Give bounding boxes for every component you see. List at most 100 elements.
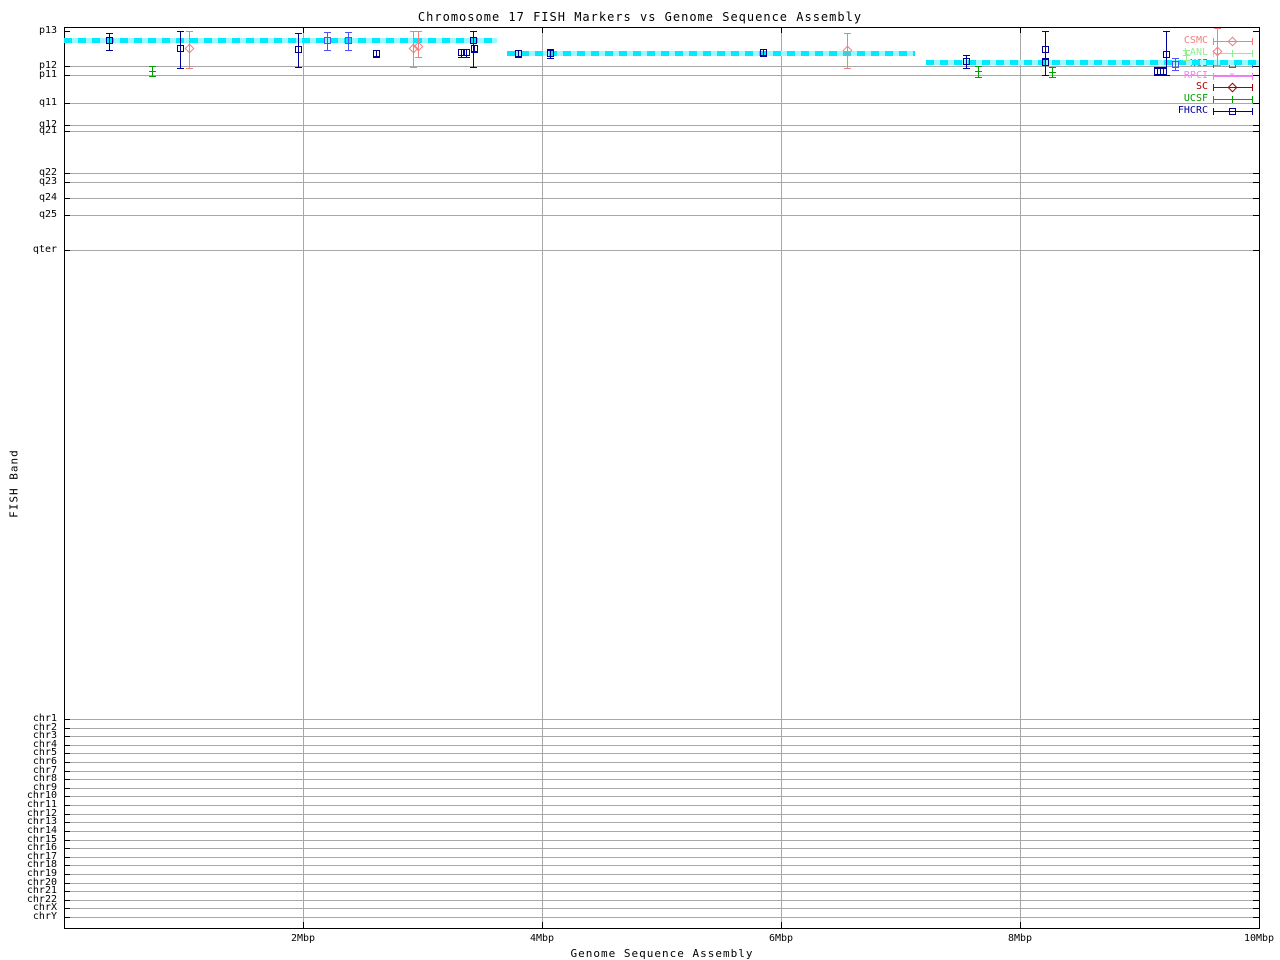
h-gridline bbox=[64, 762, 1259, 763]
y-tick bbox=[64, 779, 70, 780]
plot-border bbox=[64, 27, 1260, 929]
h-gridline bbox=[64, 66, 1259, 67]
errorbar-cap bbox=[470, 31, 477, 32]
errorbar-cap bbox=[415, 57, 422, 58]
x-tick bbox=[303, 27, 304, 33]
y-tick bbox=[64, 822, 70, 823]
x-tick bbox=[781, 27, 782, 33]
marker-square bbox=[373, 50, 380, 57]
errorbar-cap bbox=[963, 55, 970, 56]
y-tick bbox=[1253, 745, 1259, 746]
x-tick bbox=[542, 922, 543, 928]
errorbar-cap bbox=[1172, 58, 1179, 59]
marker-square bbox=[470, 37, 477, 44]
y-tick bbox=[1253, 75, 1259, 76]
y-tick bbox=[1253, 805, 1259, 806]
y-tick bbox=[1253, 771, 1259, 772]
y-tick bbox=[64, 198, 70, 199]
y-tick bbox=[1253, 908, 1259, 909]
h-gridline bbox=[64, 728, 1259, 729]
marker-square bbox=[1229, 108, 1236, 115]
errorbar-cap bbox=[177, 68, 184, 69]
errorbar-cap bbox=[1183, 50, 1190, 51]
y-tick bbox=[64, 736, 70, 737]
h-gridline bbox=[64, 198, 1259, 199]
marker-square bbox=[1163, 51, 1170, 58]
marker-x: × bbox=[1228, 70, 1236, 81]
marker-square bbox=[760, 49, 767, 56]
legend-sample-cap bbox=[1213, 38, 1214, 45]
errorbar-cap bbox=[324, 50, 331, 51]
y-tick-label: q11 bbox=[38, 97, 57, 108]
y-tick bbox=[1253, 173, 1259, 174]
h-gridline bbox=[64, 840, 1259, 841]
errorbar-cap bbox=[149, 76, 156, 77]
y-tick bbox=[1253, 182, 1259, 183]
h-gridline bbox=[64, 883, 1259, 884]
errorbar-cap bbox=[1214, 28, 1221, 29]
y-tick bbox=[1253, 900, 1259, 901]
errorbar-cap bbox=[1183, 60, 1190, 61]
assembly-segment bbox=[925, 60, 1259, 65]
marker-diamond bbox=[1227, 36, 1238, 47]
errorbar-cap bbox=[1049, 77, 1056, 78]
x-tick-label: 8Mbp bbox=[1007, 933, 1033, 944]
y-tick bbox=[64, 719, 70, 720]
h-gridline bbox=[64, 908, 1259, 909]
y-tick bbox=[64, 215, 70, 216]
y-tick bbox=[1253, 250, 1259, 251]
errorbar-cap bbox=[1042, 75, 1049, 76]
legend-label-sc: SC bbox=[1195, 81, 1208, 92]
marker-square bbox=[1160, 68, 1167, 75]
y-tick bbox=[1253, 831, 1259, 832]
marker-tick bbox=[975, 71, 982, 72]
marker-square bbox=[1172, 61, 1179, 68]
marker-diamond bbox=[1227, 82, 1238, 93]
legend-label-rpci: RPCI bbox=[1183, 70, 1208, 81]
marker-tick bbox=[1049, 72, 1056, 73]
legend-sample-cap bbox=[1252, 84, 1253, 91]
x-tick-label: 10Mbp bbox=[1243, 933, 1275, 944]
h-gridline bbox=[64, 900, 1259, 901]
y-tick bbox=[64, 805, 70, 806]
legend-sample-cap bbox=[1213, 108, 1214, 115]
y-tick bbox=[1253, 753, 1259, 754]
y-tick-label: chrY bbox=[32, 911, 57, 922]
assembly-segment bbox=[64, 38, 497, 43]
marker-square bbox=[1042, 46, 1049, 53]
h-gridline bbox=[64, 131, 1259, 132]
marker-diamond bbox=[184, 43, 195, 54]
errorbar-cap bbox=[547, 58, 554, 59]
y-tick bbox=[64, 831, 70, 832]
marker-square bbox=[177, 45, 184, 52]
h-gridline bbox=[64, 182, 1259, 183]
y-tick bbox=[1253, 840, 1259, 841]
y-tick bbox=[64, 874, 70, 875]
assembly-segment bbox=[507, 51, 915, 56]
errorbar-cap bbox=[295, 33, 302, 34]
y-tick bbox=[1253, 779, 1259, 780]
x-tick bbox=[303, 922, 304, 928]
marker-square bbox=[295, 46, 302, 53]
x-tick bbox=[781, 922, 782, 928]
errorbar-cap bbox=[186, 31, 193, 32]
legend-sample-cap bbox=[1252, 108, 1253, 115]
y-tick bbox=[1253, 796, 1259, 797]
marker-square bbox=[515, 50, 522, 57]
errorbar-line-fhcrc bbox=[1045, 31, 1046, 58]
y-tick bbox=[1253, 66, 1259, 67]
errorbar-cap bbox=[760, 56, 767, 57]
errorbar-cap bbox=[471, 52, 478, 53]
y-tick-label: q23 bbox=[38, 176, 57, 187]
h-gridline bbox=[64, 250, 1259, 251]
marker-square bbox=[345, 37, 352, 44]
v-gridline bbox=[303, 27, 304, 928]
x-tick bbox=[1259, 922, 1260, 928]
errorbar-cap bbox=[345, 32, 352, 33]
h-gridline bbox=[64, 917, 1259, 918]
y-tick bbox=[1253, 788, 1259, 789]
y-tick bbox=[1253, 198, 1259, 199]
x-tick bbox=[1259, 27, 1260, 33]
marker-tick bbox=[1232, 96, 1233, 103]
errorbar-cap bbox=[470, 67, 477, 68]
